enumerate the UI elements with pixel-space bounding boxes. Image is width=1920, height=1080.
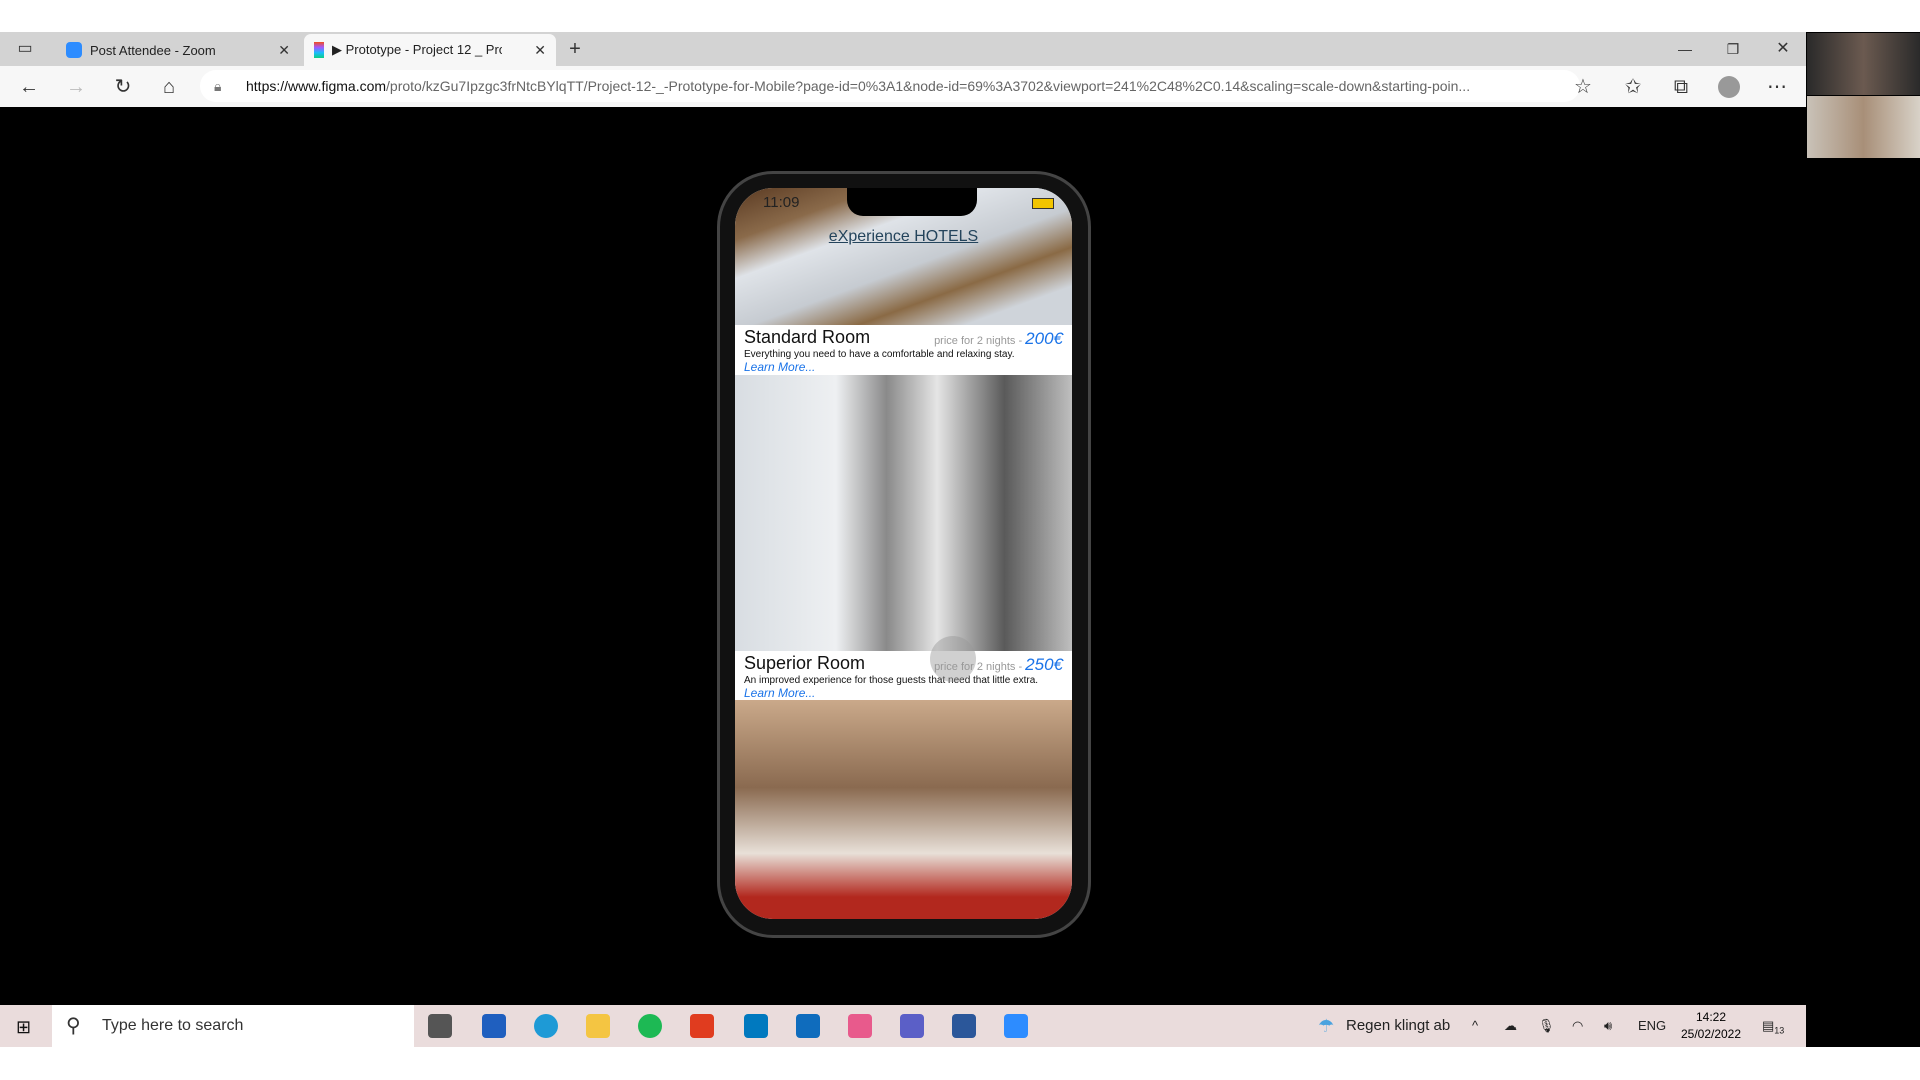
restore-button[interactable]: ❐ [1720,36,1746,62]
file-explorer-icon[interactable] [586,1014,610,1038]
forward-icon[interactable]: → [63,74,89,100]
close-tab-icon[interactable]: ✕ [278,42,290,59]
brand-title: eXperience HOTELS [828,228,979,245]
superior-room-image [735,375,1072,651]
price-label: price for 2 nights [934,335,1016,347]
tab-prototype[interactable]: ▶ Prototype - Project 12 _ Proto ✕ [304,34,556,66]
tab-actions-icon[interactable]: ▭ [12,36,38,62]
minimize-button[interactable]: — [1672,36,1698,62]
zoom-icon[interactable] [1004,1014,1028,1038]
task-view-icon[interactable] [428,1014,452,1038]
room-card-standard[interactable]: Standard Room price for 2 nights - 200€ … [735,325,1072,375]
browser-toolbar: ← → ↻ ⌂ 🔒︎ https://www.figma.com/proto/kz… [0,66,1806,107]
status-time: 11:09 [763,194,800,211]
collections-icon[interactable]: ⧉ [1668,74,1694,100]
url-domain: https://www.figma.com [246,78,387,94]
teams-icon[interactable] [900,1014,924,1038]
show-hidden-icons[interactable]: ^ [1472,1005,1478,1047]
favorites-icon[interactable]: ✩ [1620,74,1646,100]
notification-count: 13 [1774,1025,1785,1036]
spotify-icon[interactable] [638,1014,662,1038]
figma-icon [314,42,324,58]
home-icon[interactable]: ⌂ [156,74,182,100]
price-value: 200€ [1025,329,1063,348]
search-placeholder: Type here to search [102,1017,244,1034]
phone-notch [847,188,977,216]
creative-cloud-icon[interactable] [848,1014,872,1038]
participant-video[interactable] [1807,33,1920,95]
trello-icon[interactable] [744,1014,768,1038]
clock-time: 14:22 [1695,1010,1727,1024]
learn-more-link[interactable]: Learn More... [744,686,1063,700]
profile-avatar[interactable] [1718,76,1740,98]
add-favorite-icon[interactable]: ☆ [1570,74,1596,100]
umbrella-icon: ☂ [1318,1016,1335,1036]
tab-label: Post Attendee - Zoom [90,42,216,58]
windows-start-icon[interactable]: ⊞ [16,1017,31,1038]
address-bar[interactable]: 🔒︎ https://www.figma.com/proto/kzGu7Ipzgc… [200,70,1580,102]
third-room-image [735,700,1072,919]
reload-icon[interactable]: ↻ [110,74,136,100]
tab-post-attendee[interactable]: Post Attendee - Zoom ✕ [56,34,300,66]
room-card-superior[interactable]: Superior Room price for 2 nights - 250€ … [735,651,1072,700]
edge-icon[interactable] [534,1014,558,1038]
new-tab-button[interactable]: + [562,36,588,62]
clock-date: 25/02/2022 [1680,1027,1742,1041]
tab-label: ▶ Prototype - Project 12 _ Proto [332,42,502,57]
wifi-icon[interactable]: ◠ [1572,1005,1583,1047]
taskbar-search[interactable]: ⚲ Type here to search [52,1005,414,1047]
taskbar: ⊞ ⚲ Type here to search ☂ Regen klingt ab… [0,1005,1806,1047]
lock-icon: 🔒︎ [214,78,222,94]
weather-text[interactable]: Regen klingt ab [1346,1005,1450,1047]
close-tab-icon[interactable]: ✕ [534,42,546,59]
volume-icon[interactable]: 🔊︎ [1604,1005,1612,1047]
price-value: 250€ [1025,655,1063,674]
clock[interactable]: 14:22 25/02/2022 [1676,1009,1746,1043]
url-path: /proto/kzGu7Ipzgc3frNtcBYlqTT/Project-12… [386,78,1471,94]
tab-bar: ▭ Post Attendee - Zoom ✕ ▶ Prototype - P… [0,32,1806,66]
battery-icon [1032,198,1054,209]
room-description: An improved experience for those guests … [744,675,1039,686]
word-icon[interactable] [952,1014,976,1038]
office-icon[interactable] [690,1014,714,1038]
zoom-icon [66,42,82,58]
phone-screen[interactable]: 11:09 eXperience HOTELS Standard Room pr… [735,188,1072,919]
learn-more-link[interactable]: Learn More... [744,360,1063,374]
close-window-button[interactable]: ✕ [1770,36,1796,62]
store-icon[interactable] [482,1014,506,1038]
language-indicator[interactable]: ENG [1638,1005,1666,1047]
outlook-icon[interactable] [796,1014,820,1038]
search-icon: ⚲ [66,1015,81,1037]
back-icon[interactable]: ← [16,74,42,100]
room-description: Everything you need to have a comfortabl… [744,349,1015,360]
room-price: price for 2 nights - 200€ [934,329,1063,348]
participant-video[interactable] [1807,96,1920,158]
notifications-icon[interactable]: ▤13 [1762,1005,1784,1047]
microphone-icon[interactable]: 🎙︎ [1538,1005,1555,1047]
video-panel [1806,32,1920,1047]
touch-cursor [930,636,976,682]
more-icon[interactable]: ⋯ [1764,74,1790,100]
onedrive-error-icon[interactable]: ☁ [1504,1005,1517,1047]
